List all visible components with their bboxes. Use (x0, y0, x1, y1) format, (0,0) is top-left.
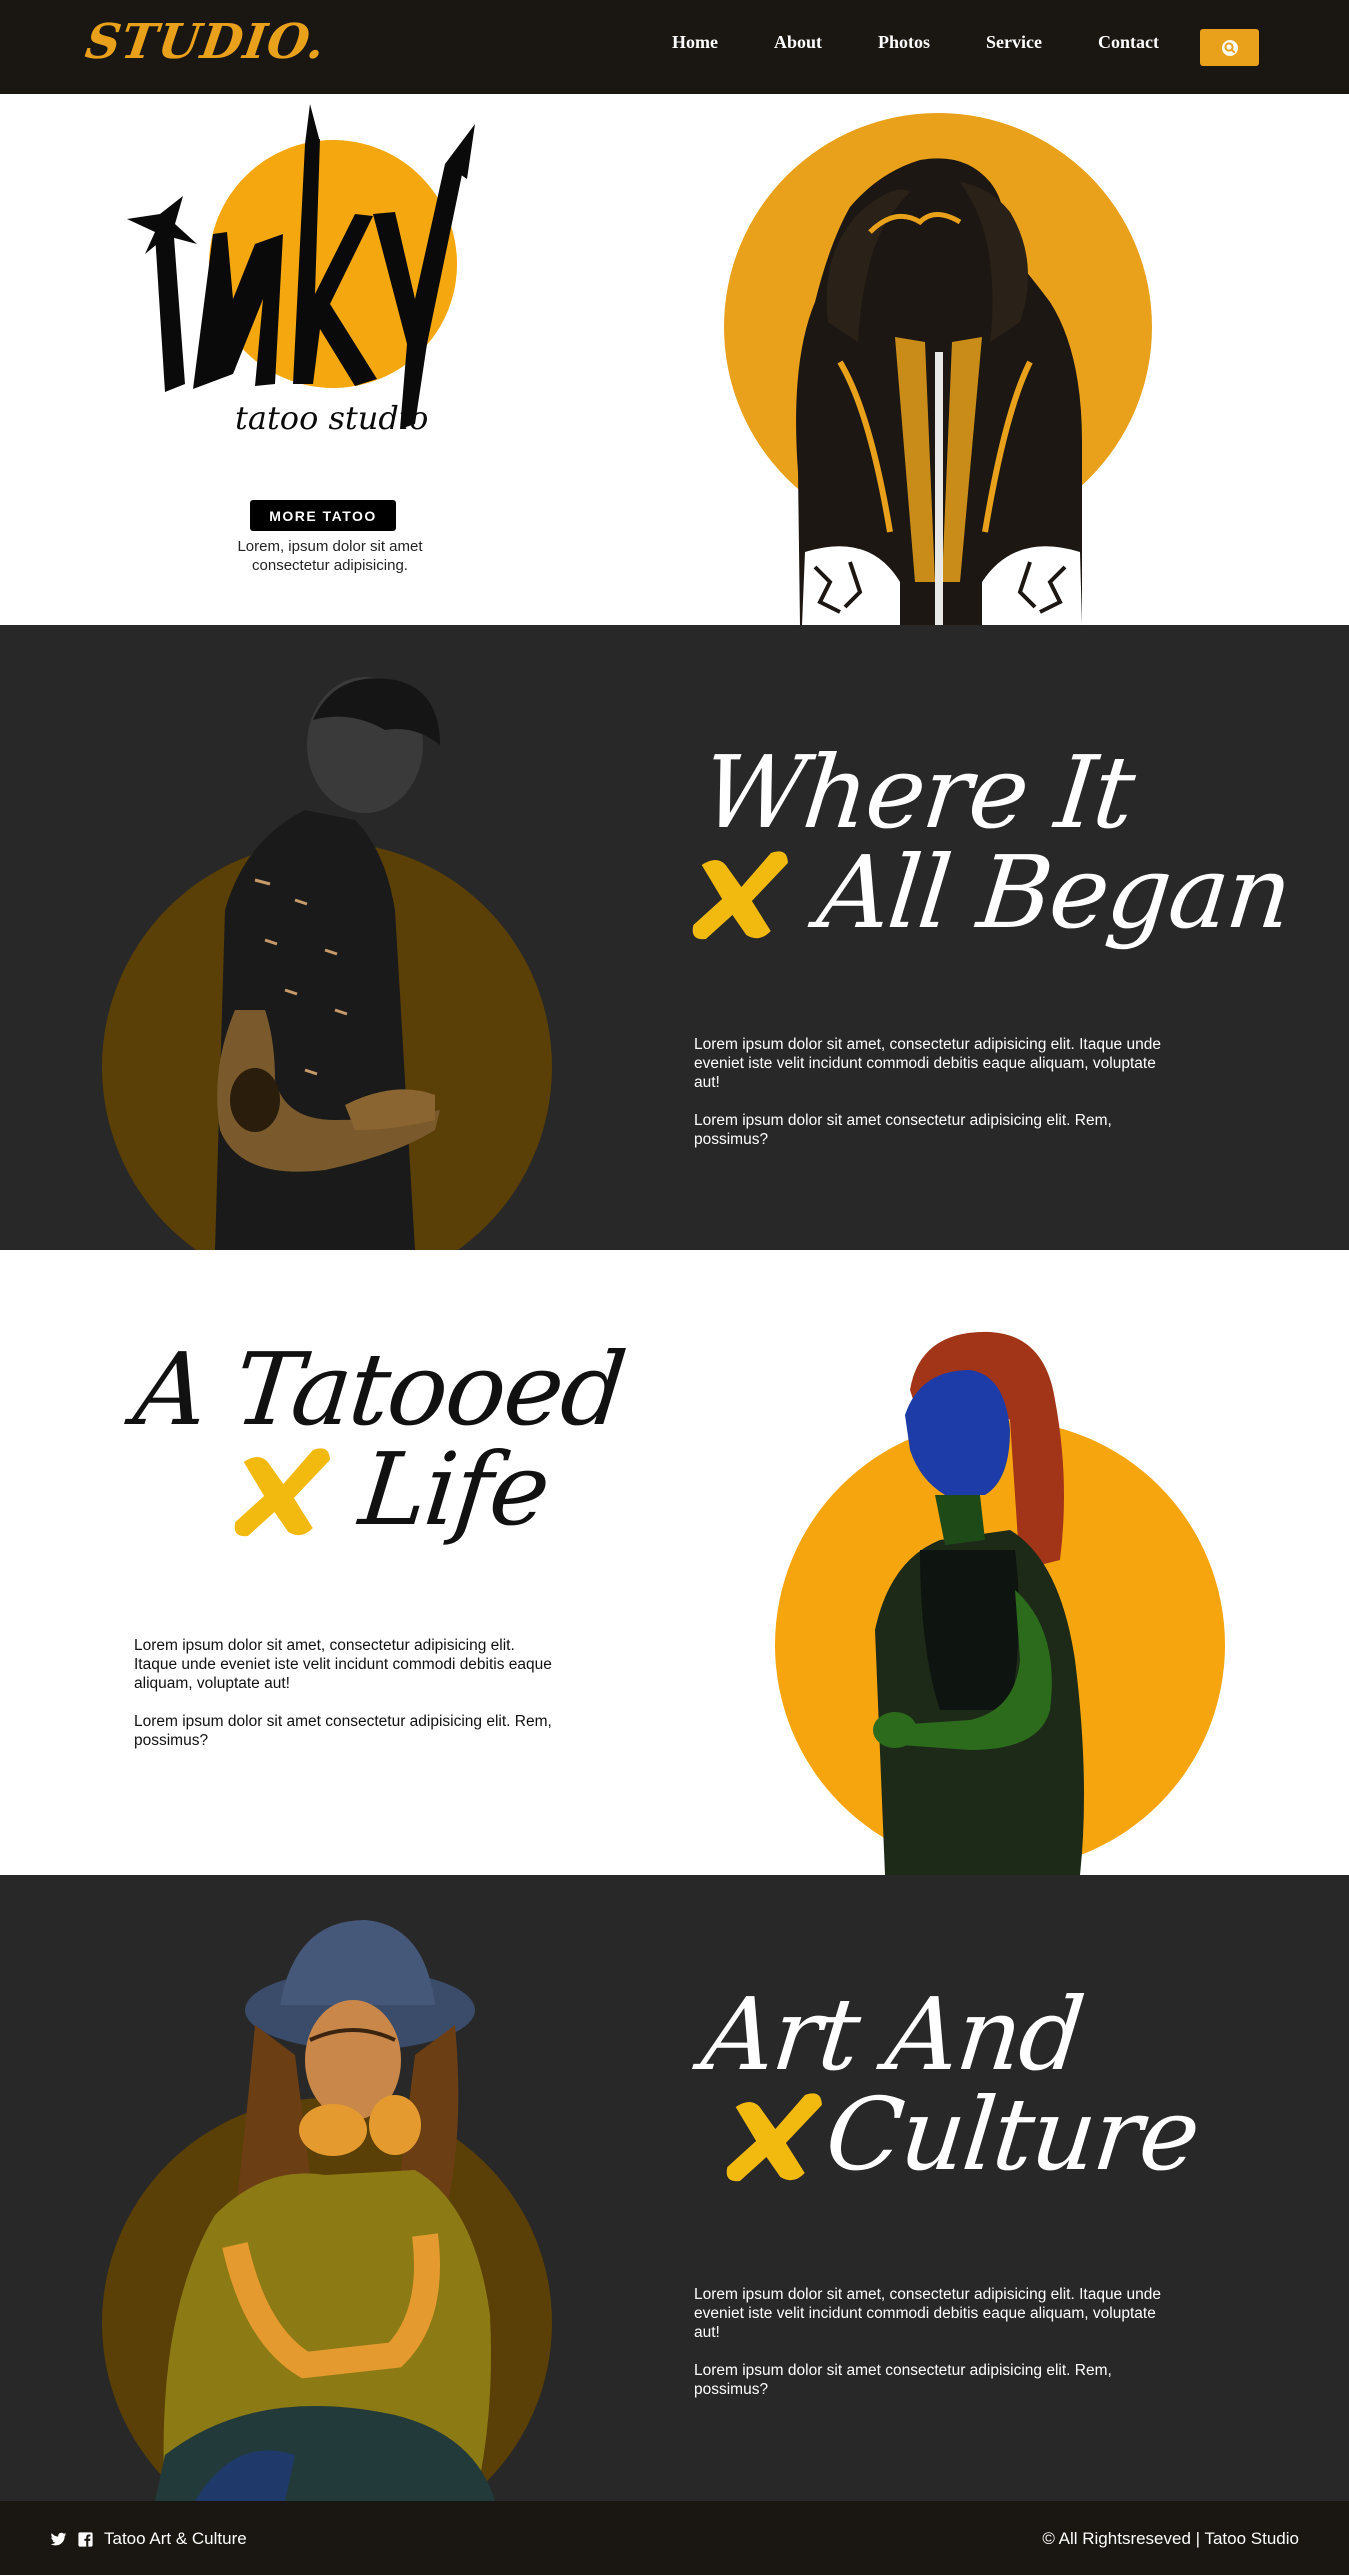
navbar: STUDIO. Home About Photos Service Contac… (0, 0, 1349, 94)
nav-item-service[interactable]: Service (986, 32, 1042, 53)
section-1-paragraph-2: Lorem ipsum dolor sit amet consectetur a… (694, 1112, 1112, 1148)
section-title-1: Where It All Began (687, 734, 1305, 951)
section-title-1-line2: All Began (812, 834, 1296, 951)
search-button[interactable] (1200, 29, 1259, 66)
section-title-1-row2: All Began (687, 834, 1296, 951)
section-1-text: Lorem ipsum dolor sit amet, consectetur … (694, 1035, 1174, 1149)
section-3-paragraph-1: Lorem ipsum dolor sit amet, consectetur … (694, 2286, 1161, 2341)
nav-item-about[interactable]: About (774, 32, 822, 53)
nav-menu: Home About Photos Service Contact (672, 32, 1159, 53)
section-title-2-row2: Life (229, 1431, 618, 1548)
twitter-icon[interactable] (50, 2531, 67, 2548)
hero-description: Lorem, ipsum dolor sit amet consectetur … (237, 538, 423, 574)
section-1-paragraph-1: Lorem ipsum dolor sit amet, consectetur … (694, 1036, 1161, 1091)
section-3-paragraph-2: Lorem ipsum dolor sit amet consectetur a… (694, 2362, 1112, 2398)
section-2-paragraph-1: Lorem ipsum dolor sit amet, consectetur … (134, 1637, 552, 1692)
section-where-it-all-began: Where It All Began Lorem ipsum dolor sit… (0, 625, 1349, 1250)
man-tattoo-image (102, 677, 552, 1250)
x-mark-icon (234, 1448, 330, 1537)
x-mark-icon (692, 851, 788, 940)
facebook-icon[interactable] (77, 2531, 94, 2548)
inky-wordmark-logo: tatoo studio (127, 104, 475, 437)
section-title-2: A Tatooed Life (119, 1331, 630, 1548)
section-a-tatooed-life: A Tatooed Life Lorem ipsum dolor sit ame… (0, 1250, 1349, 1875)
section-title-3: Art And Culture (687, 1976, 1213, 2193)
more-tatoo-button[interactable]: MORE TATOO (250, 500, 396, 531)
footer-copyright: © All Rightsreseved | Tatoo Studio (1042, 2529, 1299, 2548)
nav-item-home[interactable]: Home (672, 32, 718, 53)
hero-section: tatoo studio MORE TATOO Lorem, ipsum dol… (0, 94, 1349, 625)
section-title-2-line2: Life (354, 1431, 554, 1548)
footer-left: Tatoo Art & Culture (50, 2529, 247, 2549)
footer-tagline: Tatoo Art & Culture (104, 2529, 247, 2548)
hero-tattoo-image (724, 113, 1152, 625)
footer: Tatoo Art & Culture © All Rightsreseved … (0, 2501, 1349, 2575)
section-title-3-row2: Culture (721, 2076, 1204, 2193)
section-title-3-line2: Culture (820, 2076, 1204, 2193)
section-title-1-line1: Where It (697, 734, 1139, 851)
woman-hat-image (102, 1920, 552, 2501)
search-icon (1221, 39, 1238, 56)
nav-item-contact[interactable]: Contact (1098, 32, 1159, 53)
section-3-text: Lorem ipsum dolor sit amet, consectetur … (694, 2285, 1174, 2399)
section-title-2-line1: A Tatooed (129, 1331, 630, 1448)
section-art-and-culture: Art And Culture Lorem ipsum dolor sit am… (0, 1875, 1349, 2501)
x-mark-icon (726, 2093, 822, 2182)
section-2-text: Lorem ipsum dolor sit amet, consectetur … (134, 1636, 554, 1750)
site-logo[interactable]: STUDIO. (82, 14, 329, 70)
nav-item-photos[interactable]: Photos (878, 32, 930, 53)
section-title-3-line1: Art And (697, 1976, 1089, 2093)
wordmark-subtitle: tatoo studio (235, 399, 428, 437)
section-2-paragraph-2: Lorem ipsum dolor sit amet consectetur a… (134, 1713, 552, 1749)
woman-neon-image (775, 1331, 1225, 1875)
